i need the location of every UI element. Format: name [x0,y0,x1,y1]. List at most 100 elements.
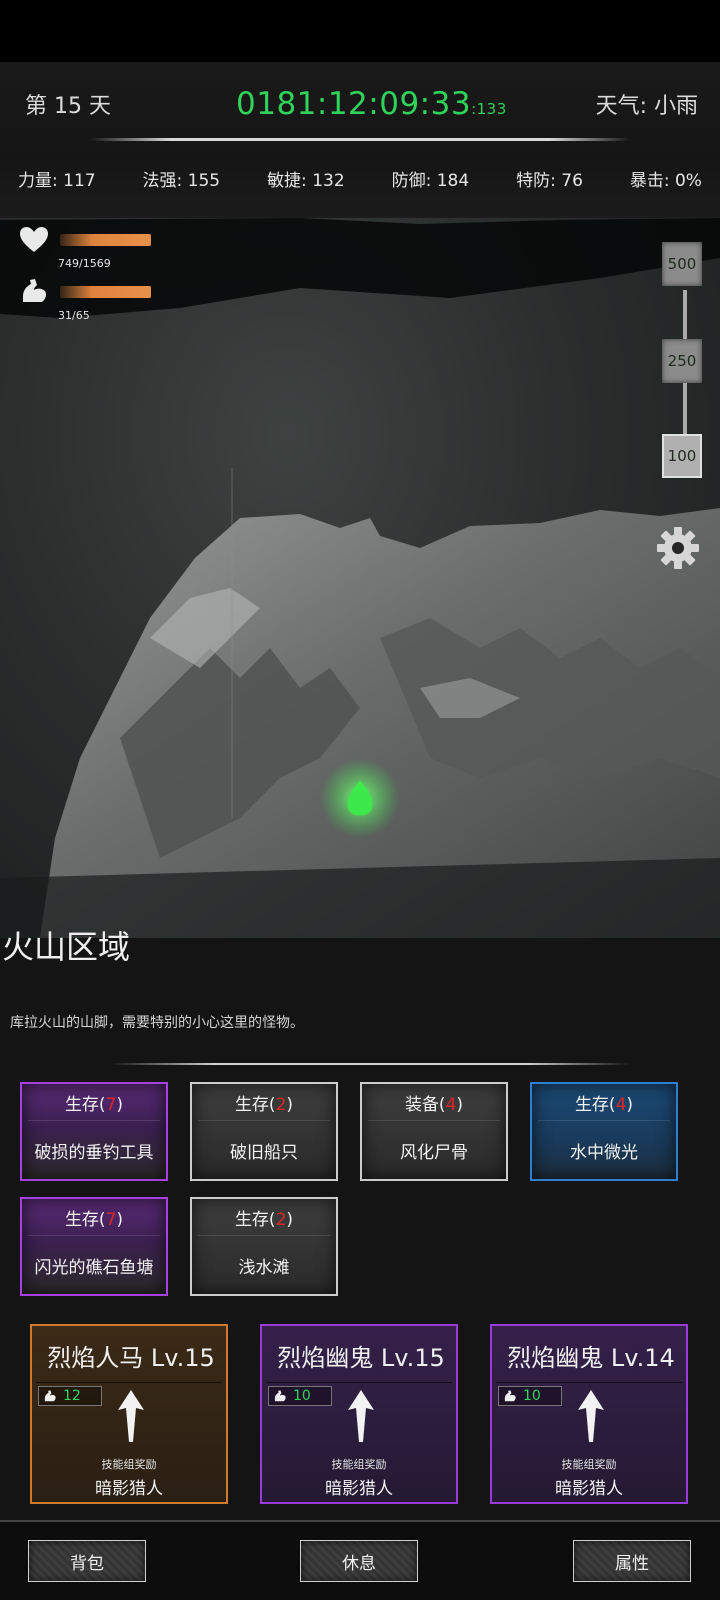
poi-separator [198,1120,330,1121]
poi-category-label: 生存( [64,1210,106,1230]
hp-bar-fill [60,234,151,246]
enemy-divider [266,1382,452,1383]
poi-separator [28,1120,160,1121]
stat-defense: 防御: 184 [391,171,470,191]
poi-category: 装备(4) [362,1090,506,1115]
arrow-up-icon [118,1390,144,1442]
poi-category: 生存(7) [22,1090,166,1115]
poi-card[interactable]: 生存(7) 闪光的礁石鱼塘 [20,1197,168,1296]
poi-name: 闪光的礁石鱼塘 [34,1258,154,1278]
stat-strength: 力量: 117 [18,171,96,191]
enemy-card[interactable]: 烈焰幽鬼 Lv.14 10 技能组奖励 暗影猎人 [490,1324,688,1504]
poi-card[interactable]: 装备(4) 风化尸骨 [360,1082,508,1181]
stamina-bar-fill [60,286,151,298]
enemy-card[interactable]: 烈焰幽鬼 Lv.15 10 技能组奖励 暗影猎人 [260,1324,458,1504]
poi-category: 生存(2) [192,1205,336,1230]
arrow-up-icon [348,1390,374,1442]
poi-category-label: 装备( [404,1095,446,1115]
poi-card[interactable]: 生存(2) 浅水滩 [190,1197,338,1296]
game-clock: 0181:12:09:33:133 [236,86,507,122]
poi-name: 水中微光 [570,1143,638,1163]
poi-separator [198,1235,330,1236]
reward-label: 技能组奖励 [561,1458,617,1471]
area-title: 火山区域 [2,928,131,966]
heart-icon [20,227,48,252]
poi-name: 浅水滩 [238,1258,290,1278]
attributes-button[interactable]: 属性 [573,1540,691,1582]
reward-label: 技能组奖励 [331,1458,387,1471]
poi-category-label: 生存( [64,1095,106,1115]
settings-gear-icon[interactable] [655,525,701,571]
reward-name: 暗影猎人 [325,1479,393,1499]
poi-count: 7 [105,1210,117,1230]
poi-name: 破旧船只 [230,1143,298,1163]
hp-bar-track [60,234,250,246]
poi-card[interactable]: 生存(7) 破损的垂钓工具 [20,1082,168,1181]
energy-cost: 12 [38,1386,102,1406]
poi-category-close: ) [116,1210,124,1230]
poi-separator [538,1120,670,1121]
poi-category-label: 生存( [574,1095,616,1115]
poi-card[interactable]: 生存(4) 水中微光 [530,1082,678,1181]
poi-category-close: ) [116,1095,124,1115]
poi-category-close: ) [626,1095,634,1115]
energy-cost-value: 12 [63,1388,81,1404]
terrain-map-art [0,218,720,938]
enemy-name: 烈焰幽鬼 Lv.14 [507,1344,675,1372]
poi-category: 生存(4) [532,1090,676,1115]
status-band [0,0,720,62]
zoom-100-button[interactable]: 100 [662,434,702,478]
stat-crit: 暴击: 0% [629,171,702,191]
enemy-name: 烈焰幽鬼 Lv.15 [277,1344,445,1372]
arrow-up-icon [578,1390,604,1442]
clock-main: 0181:12:09:33 [236,86,472,122]
hp-value: 749/1569 [58,257,111,270]
rest-button[interactable]: 休息 [300,1540,418,1582]
strength-arm-icon [274,1390,286,1402]
world-map[interactable]: 749/1569 31/65 [0,218,720,938]
clock-milliseconds: :133 [471,100,507,118]
poi-category-close: ) [456,1095,464,1115]
reward-label: 技能组奖励 [101,1458,157,1471]
zoom-250-button[interactable]: 250 [662,339,702,383]
poi-category-label: 生存( [234,1210,276,1230]
energy-cost: 10 [268,1386,332,1406]
poi-name: 风化尸骨 [400,1143,468,1163]
energy-cost-value: 10 [523,1388,541,1404]
poi-count: 2 [275,1095,287,1115]
poi-category: 生存(2) [192,1090,336,1115]
stats-row: 力量: 117 法强: 155 敏捷: 132 防御: 184 特防: 76 暴… [18,166,702,191]
header-divider [90,138,630,141]
poi-category-close: ) [286,1095,294,1115]
poi-separator [368,1120,500,1121]
reward-name: 暗影猎人 [555,1479,623,1499]
poi-name: 破损的垂钓工具 [34,1143,154,1163]
poi-count: 4 [615,1095,627,1115]
enemy-card[interactable]: 烈焰人马 Lv.15 12 技能组奖励 暗影猎人 [30,1324,228,1504]
poi-category-label: 生存( [234,1095,276,1115]
strength-arm-icon [504,1390,516,1402]
strength-arm-icon [23,279,46,302]
stat-spell-power: 法强: 155 [142,171,221,191]
stat-special-defense: 特防: 76 [516,171,583,191]
weather-label: 天气: 小雨 [595,94,698,119]
zoom-500-button[interactable]: 500 [662,242,702,286]
poi-card[interactable]: 生存(2) 破旧船只 [190,1082,338,1181]
stat-agility: 敏捷: 132 [267,171,345,191]
poi-separator [28,1235,160,1236]
strength-arm-icon [44,1390,56,1402]
enemy-divider [496,1382,682,1383]
poi-count: 4 [445,1095,457,1115]
poi-count: 7 [105,1095,117,1115]
poi-category-close: ) [286,1210,294,1230]
enemy-divider [36,1382,222,1383]
bag-button[interactable]: 背包 [28,1540,146,1582]
stamina-bar-track [60,286,250,298]
day-counter: 第 15 天 [25,94,111,119]
poi-count: 2 [275,1210,287,1230]
enemy-name: 烈焰人马 Lv.15 [47,1344,215,1372]
section-divider [110,1063,630,1065]
area-description: 库拉火山的山脚，需要特别的小心这里的怪物。 [10,1015,304,1031]
energy-cost: 10 [498,1386,562,1406]
energy-cost-value: 10 [293,1388,311,1404]
